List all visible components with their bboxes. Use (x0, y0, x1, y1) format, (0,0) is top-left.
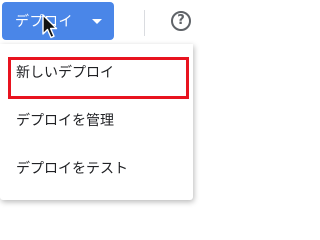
menu-item-label: デプロイをテスト (16, 161, 128, 177)
caret-down-icon (92, 19, 102, 24)
menu-item-manage-deployments[interactable]: デプロイを管理 (0, 96, 193, 144)
app-stage: デプロイ ? 新しいデプロイ デプロイを管理 デプロイをテスト (0, 0, 200, 200)
mouse-cursor-icon (42, 14, 58, 39)
header-bar: デプロイ ? (0, 0, 200, 44)
deploy-dropdown-menu: 新しいデプロイ デプロイを管理 デプロイをテスト (0, 44, 193, 200)
menu-item-test-deployments[interactable]: デプロイをテスト (0, 144, 193, 192)
menu-item-new-deployment[interactable]: 新しいデプロイ (0, 48, 193, 96)
header-divider (144, 10, 145, 36)
help-icon[interactable]: ? (171, 11, 191, 31)
menu-item-label: デプロイを管理 (16, 113, 114, 129)
menu-item-label: 新しいデプロイ (16, 65, 114, 81)
